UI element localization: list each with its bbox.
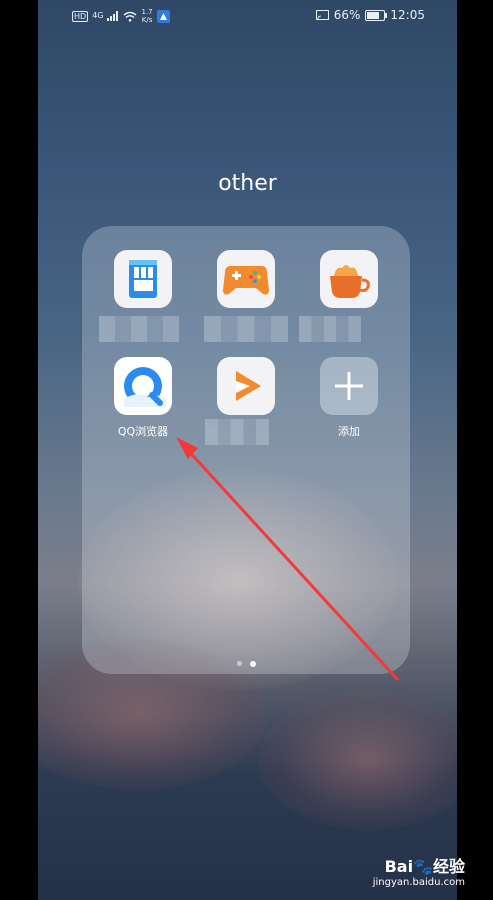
annotation-arrow [176, 437, 400, 682]
watermark-brand: Bai🐾经验 [384, 857, 465, 876]
watermark-url: jingyan.baidu.com [372, 877, 465, 888]
baidu-watermark: Bai🐾经验 jingyan.baidu.com [373, 853, 465, 888]
